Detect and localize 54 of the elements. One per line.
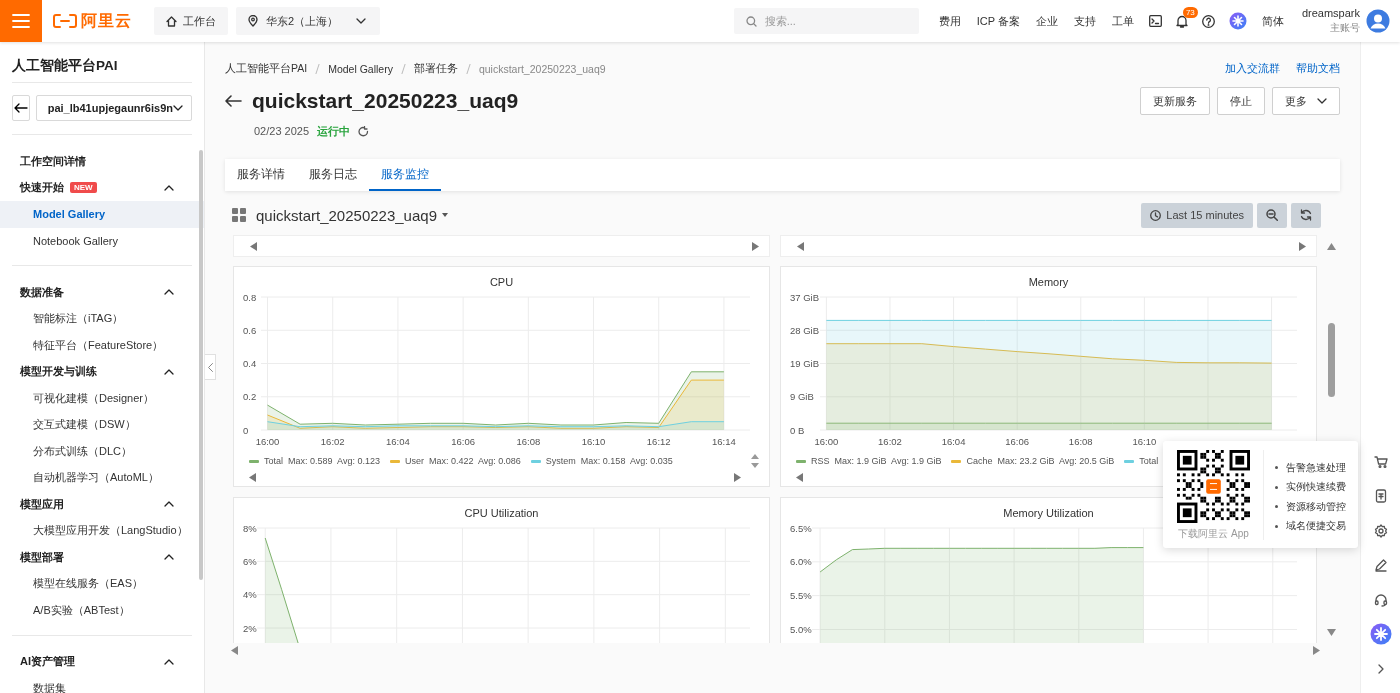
axis-tick-label: 5.5%: [790, 590, 812, 602]
legend-stats: Max: 1.9 GiB Avg: 1.9 GiB: [834, 456, 942, 466]
axis-tick-label: 0.6: [243, 324, 257, 336]
axis-tick-label: 16:00: [814, 436, 839, 447]
axis-tick-label: 8%: [243, 522, 257, 534]
axis-tick-label: 5.0%: [790, 623, 812, 635]
feature-item: 实例快速续费: [1286, 480, 1346, 495]
axis-tick-label: 16:06: [1005, 436, 1030, 447]
axis-tick-label: 16:08: [516, 436, 541, 447]
feature-item: 资源移动管控: [1286, 499, 1346, 514]
legend-stats: Max: 0.158 Avg: 0.035: [580, 456, 673, 466]
feature-item: 告警急速处理: [1286, 460, 1346, 475]
qr-caption: 下载阿里云 App: [1178, 527, 1249, 541]
axis-tick-label: 4%: [243, 589, 257, 601]
axis-tick-label: 16:04: [941, 436, 966, 447]
legend-stats: Max: 0.589 Avg: 0.123: [288, 456, 380, 466]
axis-tick-label: 0: [243, 424, 249, 436]
legend-stats: Max: 0.422 Avg: 0.086: [428, 456, 521, 466]
product-title: 人工智能平台PAI: [11, 57, 119, 75]
axis-tick-label: 16:10: [1132, 436, 1157, 447]
axis-tick-label: 9 GiB: [790, 391, 814, 403]
axis-tick-label: 19 GiB: [790, 358, 820, 369]
axis-tick-label: 16:12: [646, 436, 671, 447]
axis-tick-label: 37 GiB: [790, 291, 820, 303]
service-status: 运行中: [317, 123, 351, 139]
axis-tick-label: 16:02: [878, 436, 902, 447]
legend-stats: Max: 23.2 GiB Avg: 20.5 GiB: [997, 456, 1115, 466]
axis-tick-label: 16:08: [1068, 436, 1093, 447]
created-date: 02/23 2025: [254, 125, 310, 137]
chart-title: CPU: [489, 276, 514, 288]
axis-tick-label: 6%: [243, 555, 257, 567]
axis-tick-label: 16:14: [712, 436, 736, 447]
breadcrumb-current: quickstart_20250223_uaq9: [478, 63, 606, 75]
axis-tick-label: 16:04: [386, 436, 410, 447]
chart-title: CPU Utilization: [464, 507, 539, 519]
axis-tick-label: 16:02: [320, 436, 345, 447]
axis-tick-label: 16:10: [581, 436, 606, 447]
notification-badge: 73: [1182, 6, 1198, 18]
chart-title: Memory Utilization: [1003, 507, 1094, 519]
axis-tick-label: 28 GiB: [790, 324, 820, 336]
axis-tick-label: 0.8: [243, 291, 257, 303]
page-title: quickstart_20250223_uaq9: [252, 89, 519, 113]
axis-tick-label: 6.0%: [790, 556, 812, 568]
axis-tick-label: 0 B: [790, 424, 805, 436]
axis-tick-label: 16:00: [255, 436, 280, 447]
chart-title: Memory: [1028, 276, 1069, 288]
account-role: 主账号: [1330, 21, 1360, 35]
new-badge: NEW: [70, 182, 97, 194]
axis-tick-label: 0.2: [243, 391, 257, 403]
axis-tick-label: 2%: [243, 622, 257, 634]
axis-tick-label: 16:06: [451, 436, 475, 447]
axis-tick-label: 0.4: [243, 358, 257, 369]
axis-tick-label: 6.5%: [790, 522, 812, 534]
feature-item: 域名便捷交易: [1286, 519, 1346, 534]
